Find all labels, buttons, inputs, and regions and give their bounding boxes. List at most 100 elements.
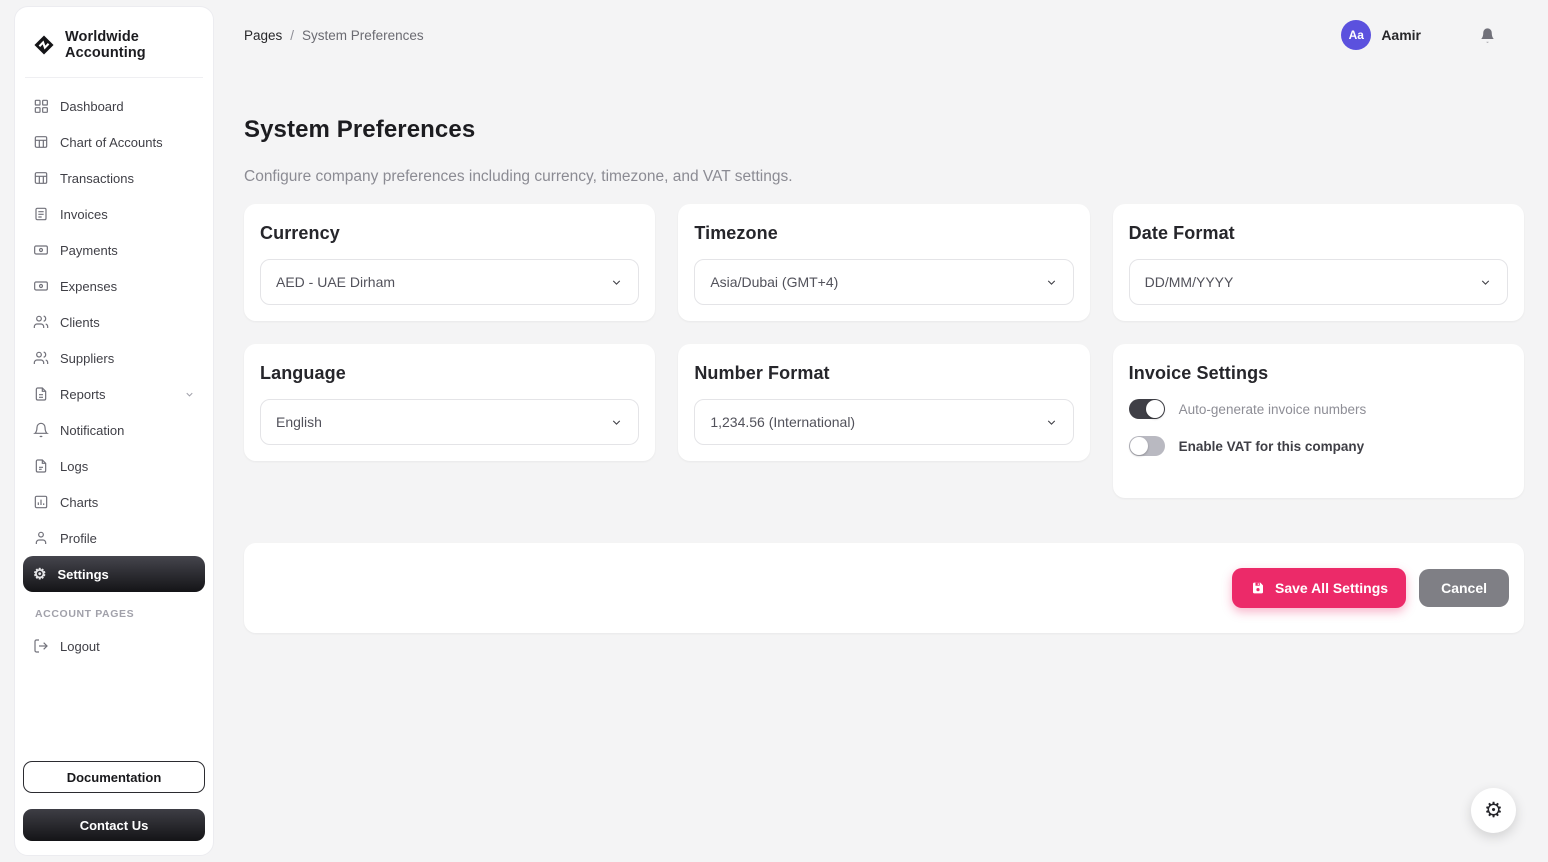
chevron-down-icon [184, 389, 195, 400]
save-icon [1250, 580, 1266, 596]
language-card-title: Language [260, 363, 639, 384]
cancel-button[interactable]: Cancel [1419, 569, 1509, 607]
settings-fab[interactable]: ⚙ [1471, 788, 1516, 833]
notification-bell-icon[interactable] [1479, 27, 1496, 44]
date-format-card: Date Format DD/MM/YYYY [1113, 204, 1524, 321]
sidebar-item-label: Suppliers [60, 351, 114, 366]
documentation-button[interactable]: Documentation [23, 761, 205, 793]
currency-card: Currency AED - UAE Dirham [244, 204, 655, 321]
sidebar-item-profile[interactable]: Profile [23, 520, 205, 556]
sidebar-item-suppliers[interactable]: Suppliers [23, 340, 205, 376]
sidebar-item-label: Profile [60, 531, 97, 546]
topbar: Pages / System Preferences Aa Aamir [244, 0, 1524, 70]
app-title: Worldwide Accounting [65, 29, 195, 61]
currency-select-value: AED - UAE Dirham [276, 274, 395, 290]
sidebar-item-settings[interactable]: ⚙ Settings [23, 556, 205, 592]
chevron-down-icon [1479, 276, 1492, 289]
file-icon [33, 458, 49, 474]
sidebar: Worldwide Accounting Dashboard Chart of … [14, 6, 214, 856]
enable-vat-toggle[interactable] [1129, 436, 1165, 456]
chevron-down-icon [610, 276, 623, 289]
chevron-down-icon [610, 416, 623, 429]
enable-vat-row: Enable VAT for this company [1129, 436, 1508, 456]
contact-us-button[interactable]: Contact Us [23, 809, 205, 841]
action-bar: Save All Settings Cancel [244, 543, 1524, 633]
sidebar-item-reports[interactable]: Reports [23, 376, 205, 412]
sidebar-item-payments[interactable]: Payments [23, 232, 205, 268]
sidebar-item-label: Invoices [60, 207, 108, 222]
gear-icon: ⚙ [1484, 798, 1503, 823]
language-card: Language English [244, 344, 655, 461]
breadcrumb-separator: / [290, 28, 294, 43]
sidebar-item-charts[interactable]: Charts [23, 484, 205, 520]
timezone-select-value: Asia/Dubai (GMT+4) [710, 274, 838, 290]
date-format-card-title: Date Format [1129, 223, 1508, 244]
bar-chart-icon [33, 494, 49, 510]
number-format-card: Number Format 1,234.56 (International) [678, 344, 1089, 461]
sidebar-item-label: Dashboard [60, 99, 124, 114]
sidebar-item-dashboard[interactable]: Dashboard [23, 88, 205, 124]
date-format-select[interactable]: DD/MM/YYYY [1129, 259, 1508, 305]
sidebar-item-label: Notification [60, 423, 124, 438]
page-title: System Preferences [244, 116, 1524, 144]
divider [25, 77, 203, 78]
user-name: Aamir [1381, 27, 1421, 43]
sidebar-item-chart-of-accounts[interactable]: Chart of Accounts [23, 124, 205, 160]
sidebar-item-notification[interactable]: Notification [23, 412, 205, 448]
topbar-right: Aa Aamir [1341, 20, 1524, 50]
currency-card-title: Currency [260, 223, 639, 244]
app-logo-icon [33, 34, 55, 56]
auto-generate-invoice-label: Auto-generate invoice numbers [1179, 402, 1367, 417]
sidebar-item-label: Transactions [60, 171, 134, 186]
page-subtitle: Configure company preferences including … [244, 168, 1524, 186]
gear-icon: ⚙ [33, 567, 46, 582]
spacer [23, 664, 205, 761]
number-format-card-title: Number Format [694, 363, 1073, 384]
bell-icon [33, 422, 49, 438]
toggle-knob [1130, 437, 1148, 455]
language-select[interactable]: English [260, 399, 639, 445]
sidebar-item-invoices[interactable]: Invoices [23, 196, 205, 232]
timezone-card-title: Timezone [694, 223, 1073, 244]
breadcrumb-root[interactable]: Pages [244, 28, 282, 43]
timezone-select[interactable]: Asia/Dubai (GMT+4) [694, 259, 1073, 305]
chevron-down-icon [1045, 416, 1058, 429]
breadcrumb: Pages / System Preferences [244, 28, 424, 43]
banknote-icon [33, 278, 49, 294]
invoice-settings-card-title: Invoice Settings [1129, 363, 1508, 384]
date-format-select-value: DD/MM/YYYY [1145, 274, 1234, 290]
person-icon [33, 530, 49, 546]
auto-generate-invoice-toggle[interactable] [1129, 399, 1165, 419]
number-format-select[interactable]: 1,234.56 (International) [694, 399, 1073, 445]
currency-select[interactable]: AED - UAE Dirham [260, 259, 639, 305]
invoice-lines-icon [33, 206, 49, 222]
sidebar-item-label: Logs [60, 459, 88, 474]
breadcrumb-current: System Preferences [302, 28, 424, 43]
report-document-icon [33, 386, 49, 402]
sidebar-item-label: Settings [57, 567, 108, 582]
table-icon [33, 170, 49, 186]
sidebar-item-label: Payments [60, 243, 118, 258]
users-icon [33, 350, 49, 366]
chevron-down-icon [1045, 276, 1058, 289]
sidebar-item-label: Logout [60, 639, 100, 654]
dashboard-grid-icon [33, 98, 49, 114]
save-button-label: Save All Settings [1275, 580, 1388, 596]
sidebar-item-clients[interactable]: Clients [23, 304, 205, 340]
logout-icon [33, 638, 49, 654]
sidebar-item-logs[interactable]: Logs [23, 448, 205, 484]
sidebar-nav: Dashboard Chart of Accounts Transactions… [23, 88, 205, 592]
brand[interactable]: Worldwide Accounting [23, 17, 205, 77]
sidebar-item-label: Expenses [60, 279, 117, 294]
sidebar-item-expenses[interactable]: Expenses [23, 268, 205, 304]
save-all-settings-button[interactable]: Save All Settings [1232, 568, 1406, 608]
banknote-icon [33, 242, 49, 258]
sidebar-item-transactions[interactable]: Transactions [23, 160, 205, 196]
number-format-select-value: 1,234.56 (International) [710, 414, 855, 430]
avatar[interactable]: Aa [1341, 20, 1371, 50]
preferences-grid: Currency AED - UAE Dirham Timezone Asia/… [244, 204, 1524, 498]
main-content: Pages / System Preferences Aa Aamir Syst… [214, 0, 1548, 862]
sidebar-item-logout[interactable]: Logout [23, 628, 205, 664]
timezone-card: Timezone Asia/Dubai (GMT+4) [678, 204, 1089, 321]
sidebar-section-header: ACCOUNT PAGES [23, 592, 205, 628]
